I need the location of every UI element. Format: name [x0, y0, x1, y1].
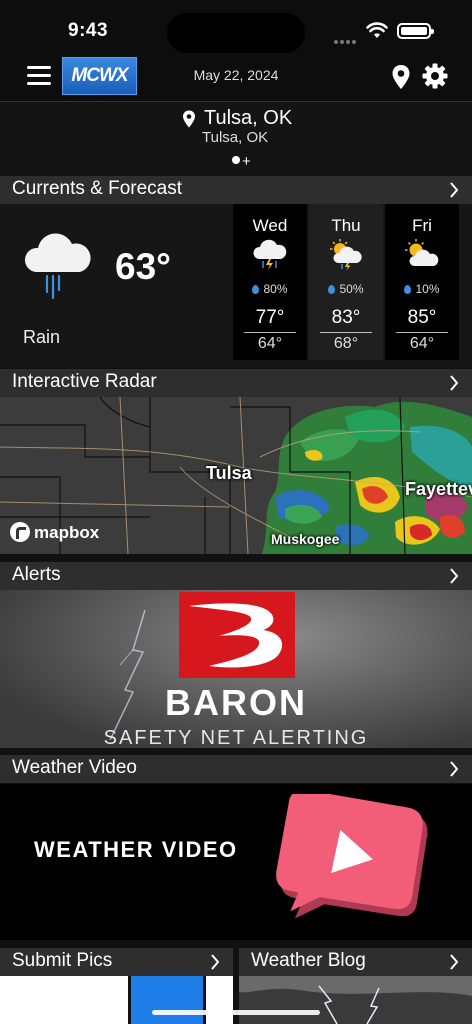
- interactive-radar-header[interactable]: Interactive Radar: [0, 369, 472, 397]
- submit-pics-tile[interactable]: [0, 976, 233, 1024]
- forecast-day-fri[interactable]: Fri 10% 85° 64°: [385, 204, 459, 360]
- home-indicator[interactable]: [152, 1010, 320, 1015]
- forecast-high: 77°: [255, 307, 285, 328]
- section-title: Alerts: [12, 564, 61, 585]
- storm-image: [239, 976, 472, 1024]
- play-icon: [276, 794, 428, 919]
- partly-sunny-storm-icon: [330, 239, 362, 271]
- location-subtitle: Tulsa, OK: [202, 129, 269, 146]
- location-pin-icon[interactable]: [391, 64, 411, 90]
- app-logo[interactable]: MCWX: [62, 57, 137, 95]
- wifi-icon: [366, 22, 388, 38]
- submit-pics-header[interactable]: Submit Pics: [0, 948, 233, 976]
- current-condition: Rain: [23, 327, 61, 347]
- precip-chance: 10%: [385, 282, 459, 296]
- forecast-low: 64°: [409, 335, 435, 352]
- status-time: 9:43: [68, 20, 109, 41]
- location-pin-icon: [183, 110, 195, 128]
- section-title: Submit Pics: [12, 950, 113, 971]
- forecast-high: 83°: [331, 307, 361, 328]
- location-page-indicator[interactable]: +: [232, 153, 251, 170]
- radar-city-label: Muskogee: [271, 531, 340, 547]
- phone-icon: [128, 976, 206, 1024]
- raindrop-icon: [404, 285, 412, 294]
- forecast-day-wed[interactable]: Wed 80% 77° 64°: [233, 204, 307, 360]
- thunderstorm-icon: [253, 239, 287, 270]
- current-temperature: 63°: [115, 246, 171, 287]
- location-title: Tulsa, OK: [204, 107, 293, 129]
- rain-cloud-icon: [24, 233, 91, 300]
- chevron-right-icon: [450, 375, 459, 391]
- forecast-day-name: Wed: [252, 216, 288, 235]
- app-header: MCWX May 22, 2024: [0, 56, 472, 102]
- chevron-right-icon: [450, 568, 459, 584]
- baron-tagline: SAFETY NET ALERTING: [103, 727, 369, 748]
- header-date: May 22, 2024: [193, 67, 279, 83]
- baron-logo-icon: [179, 592, 295, 678]
- radar-city-label: Tulsa: [206, 463, 252, 483]
- forecast-low: 68°: [333, 335, 359, 352]
- video-promo-text: WEATHER VIDEO: [34, 837, 238, 862]
- gear-icon[interactable]: [422, 63, 448, 89]
- currents-forecast-panel[interactable]: 63° Rain Wed 80% 77° 64° Thu 50% 83° 68°…: [0, 204, 472, 368]
- weather-blog-tile[interactable]: [239, 976, 472, 1024]
- weather-blog-header[interactable]: Weather Blog: [239, 948, 472, 976]
- section-title: Interactive Radar: [12, 371, 157, 392]
- forecast-day-thu[interactable]: Thu 50% 83° 68°: [309, 204, 383, 360]
- mapbox-logo-icon: [10, 522, 30, 542]
- signal-icon: [334, 31, 358, 44]
- chevron-right-icon: [450, 182, 459, 198]
- chevron-right-icon: [450, 954, 459, 970]
- dynamic-island: [167, 13, 305, 53]
- battery-icon: [397, 23, 434, 39]
- divider: [320, 332, 372, 333]
- baron-brand-text: BARON: [165, 682, 307, 723]
- mapbox-attribution[interactable]: mapbox: [10, 522, 99, 543]
- forecast-day-name: Thu: [331, 216, 361, 235]
- currents-forecast-header[interactable]: Currents & Forecast: [0, 176, 472, 204]
- section-title: Weather Blog: [251, 950, 366, 971]
- weather-video-promo[interactable]: WEATHER VIDEO: [0, 784, 472, 940]
- chevron-right-icon: [211, 954, 220, 970]
- forecast-high: 85°: [407, 307, 437, 328]
- location-selector[interactable]: Tulsa, OK Tulsa, OK +: [0, 103, 472, 176]
- raindrop-icon: [252, 285, 260, 294]
- forecast-day-name: Fri: [412, 216, 432, 235]
- section-title: Currents & Forecast: [12, 178, 182, 199]
- precip-chance: 80%: [233, 282, 307, 296]
- status-bar: 9:43: [0, 0, 472, 56]
- divider: [396, 332, 448, 333]
- chevron-right-icon: [450, 761, 459, 777]
- alerts-header[interactable]: Alerts: [0, 562, 472, 590]
- divider: [244, 332, 296, 333]
- raindrop-icon: [328, 285, 336, 294]
- radar-map[interactable]: Tulsa Muskogee Fayetteville mapbox: [0, 397, 472, 554]
- section-title: Weather Video: [12, 757, 137, 778]
- menu-icon[interactable]: [27, 66, 51, 88]
- precip-chance: 50%: [309, 282, 383, 296]
- partly-sunny-icon: [405, 239, 439, 266]
- weather-video-header[interactable]: Weather Video: [0, 755, 472, 783]
- add-location-icon[interactable]: +: [242, 153, 251, 170]
- alerts-promo-banner[interactable]: BARON SAFETY NET ALERTING: [0, 590, 472, 748]
- forecast-low: 64°: [257, 335, 283, 352]
- radar-city-label: Fayetteville: [405, 479, 472, 499]
